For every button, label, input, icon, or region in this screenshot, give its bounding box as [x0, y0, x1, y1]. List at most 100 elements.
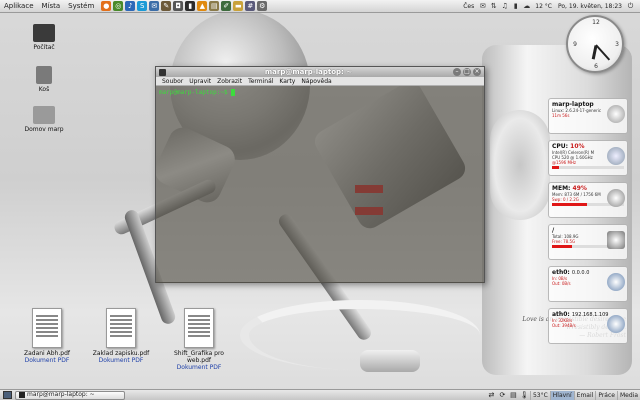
tux-icon [607, 105, 625, 123]
mail-icon[interactable]: ✉ [478, 2, 487, 11]
mem-label: MEM: [552, 185, 571, 192]
taskbar-item-terminal[interactable]: marp@marp-laptop: ~ [15, 390, 125, 400]
workspace-main[interactable]: Hlavní [549, 390, 574, 400]
eth0-address: 0.0.0.0 [571, 270, 590, 276]
cpu-temperature: 53°C [529, 390, 550, 400]
ath0-label: ath0: [552, 311, 570, 318]
mem-bar-fill [552, 203, 588, 206]
bottom-tray: ⇄ ⟳ ▤ 🌡 53°C Hlavní Email Práce Media [486, 390, 640, 400]
terminal-menubar: Soubor Upravit Zobrazit Terminál Karty N… [156, 77, 484, 86]
pdf-file-type: Dokument PDF [24, 357, 70, 364]
menu-file[interactable]: Soubor [159, 78, 186, 85]
terminal-output[interactable]: marp@marp-laptop:~$ [156, 86, 484, 283]
weather-icon: ☁ [523, 1, 531, 10]
cpu-label: CPU: [552, 143, 569, 150]
pdf-document-icon [106, 308, 136, 348]
cpu-icon [607, 147, 625, 165]
settings-icon[interactable]: ⚙ [257, 1, 268, 11]
text-cursor [231, 89, 236, 96]
menu-system[interactable]: Systém [64, 0, 98, 13]
menu-terminal[interactable]: Terminál [245, 78, 276, 85]
pdf-file-name: Zadani Abh.pdf [23, 350, 70, 357]
cpu-usage: 10% [570, 143, 585, 150]
home-folder-icon [33, 106, 55, 124]
minimize-button[interactable]: – [453, 68, 461, 76]
archive-icon[interactable]: ▤ [209, 1, 220, 11]
clock-numeral: 12 [592, 19, 600, 26]
menu-applications[interactable]: Aplikace [0, 0, 38, 13]
workspace-media[interactable]: Media [616, 390, 640, 400]
folder-icon[interactable]: ▬ [233, 1, 244, 11]
workspace-work[interactable]: Práce [595, 390, 617, 400]
system-monitor: marp-laptop Linux: 2.6.24-17-generic 11m… [548, 98, 628, 350]
camera-icon[interactable]: ◘ [173, 1, 184, 11]
harddisk-icon [607, 231, 625, 249]
text-editor-icon[interactable]: ✐ [221, 1, 232, 11]
music-icon[interactable]: ♪ [125, 1, 136, 11]
desktop-icon-label: Koš [38, 86, 50, 93]
pdf-file-type: Dokument PDF [98, 357, 144, 364]
shell-prompt: marp@marp-laptop:~$ [159, 89, 236, 96]
clock-numeral: 3 [615, 41, 619, 48]
network-globe-icon [607, 273, 625, 291]
desktop-computer[interactable]: Počítač [14, 24, 74, 51]
chat-icon[interactable]: ✉ [149, 1, 160, 11]
desktop-home[interactable]: Domov marp [14, 106, 74, 133]
cpu-panel: CPU: 10% Intel(R) Celeron(R) M CPU 520 @… [548, 140, 628, 176]
wifi-globe-icon [607, 315, 625, 333]
network-icon[interactable]: ⇅ [489, 2, 498, 11]
launcher-bar: ● ◎ ♪ S ✉ ✎ ◘ ▮ ▲ ▤ ✐ ▬ # ⚙ [100, 1, 268, 11]
desktop-icon-label: Domov marp [24, 126, 64, 133]
taskbar-item-label: marp@marp-laptop: ~ [27, 391, 95, 398]
menu-places[interactable]: Místa [38, 0, 65, 13]
clipboard-icon[interactable]: ▤ [509, 391, 518, 400]
terminal-window[interactable]: marp@marp-laptop: ~ – □ × Soubor Upravit… [155, 66, 485, 283]
close-button[interactable]: × [473, 68, 481, 76]
ath0-address: 192.168.1.109 [571, 312, 609, 318]
vlc-icon[interactable]: ▲ [197, 1, 208, 11]
menu-tabs[interactable]: Karty [276, 78, 298, 85]
workspace-email[interactable]: Email [573, 390, 596, 400]
pdf-file[interactable]: Zadani Abh.pdf Dokument PDF [12, 308, 82, 364]
mem-usage: 49% [572, 185, 587, 192]
desktop-trash[interactable]: Koš [14, 66, 74, 93]
chrome-icon[interactable]: ◎ [113, 1, 124, 11]
update-icon[interactable]: ⟳ [498, 391, 507, 400]
clock-numeral: 9 [573, 41, 577, 48]
skype-icon[interactable]: S [137, 1, 148, 11]
clock-numeral: 6 [594, 63, 598, 70]
terminal-titlebar[interactable]: marp@marp-laptop: ~ – □ × [156, 67, 484, 77]
menu-view[interactable]: Zobrazit [214, 78, 245, 85]
calculator-icon[interactable]: # [245, 1, 256, 11]
weather-temperature[interactable]: 12 °C [532, 0, 555, 13]
pdf-file[interactable]: Zaklad zapisku.pdf Dokument PDF [86, 308, 156, 364]
computer-icon [33, 24, 55, 42]
host-panel: marp-laptop Linux: 2.6.24-17-generic 11m… [548, 98, 628, 134]
pdf-file[interactable]: Shift_Grafika pro web.pdf Dokument PDF [164, 308, 234, 371]
pdf-document-icon [184, 308, 214, 348]
show-desktop-button[interactable] [3, 391, 12, 399]
wallpaper-foot [360, 350, 420, 372]
maximize-button[interactable]: □ [463, 68, 471, 76]
ath0-panel: ath0: 192.168.1.109 In: 32KB/s Out: 394B… [548, 308, 628, 344]
desktop-icon-label: Počítač [33, 44, 55, 51]
clock-datetime[interactable]: Po, 19. květen, 18:23 [555, 0, 625, 13]
gimp-icon[interactable]: ✎ [161, 1, 172, 11]
menu-edit[interactable]: Upravit [186, 78, 214, 85]
menu-help[interactable]: Nápověda [298, 78, 334, 85]
terminal-icon [159, 68, 166, 76]
memory-icon [607, 189, 625, 207]
keyboard-layout[interactable]: Čes [460, 0, 477, 13]
cpu-bar [552, 166, 624, 169]
trash-icon [36, 66, 52, 84]
system-tray: Čes ✉ ⇅ ♫ ▮ ☁ 12 °C Po, 19. květen, 18:2… [460, 0, 640, 13]
terminal-icon [19, 392, 25, 398]
pdf-file-name: Zaklad zapisku.pdf [92, 350, 150, 357]
firefox-icon[interactable]: ● [101, 1, 112, 11]
volume-icon[interactable]: ♫ [500, 2, 509, 11]
network-manager-icon[interactable]: ⇄ [487, 391, 496, 400]
battery-icon[interactable]: ▮ [511, 2, 520, 11]
terminal-icon[interactable]: ▮ [185, 1, 196, 11]
temperature-icon: 🌡 [519, 390, 529, 399]
power-icon[interactable]: ⏻ [626, 2, 635, 11]
